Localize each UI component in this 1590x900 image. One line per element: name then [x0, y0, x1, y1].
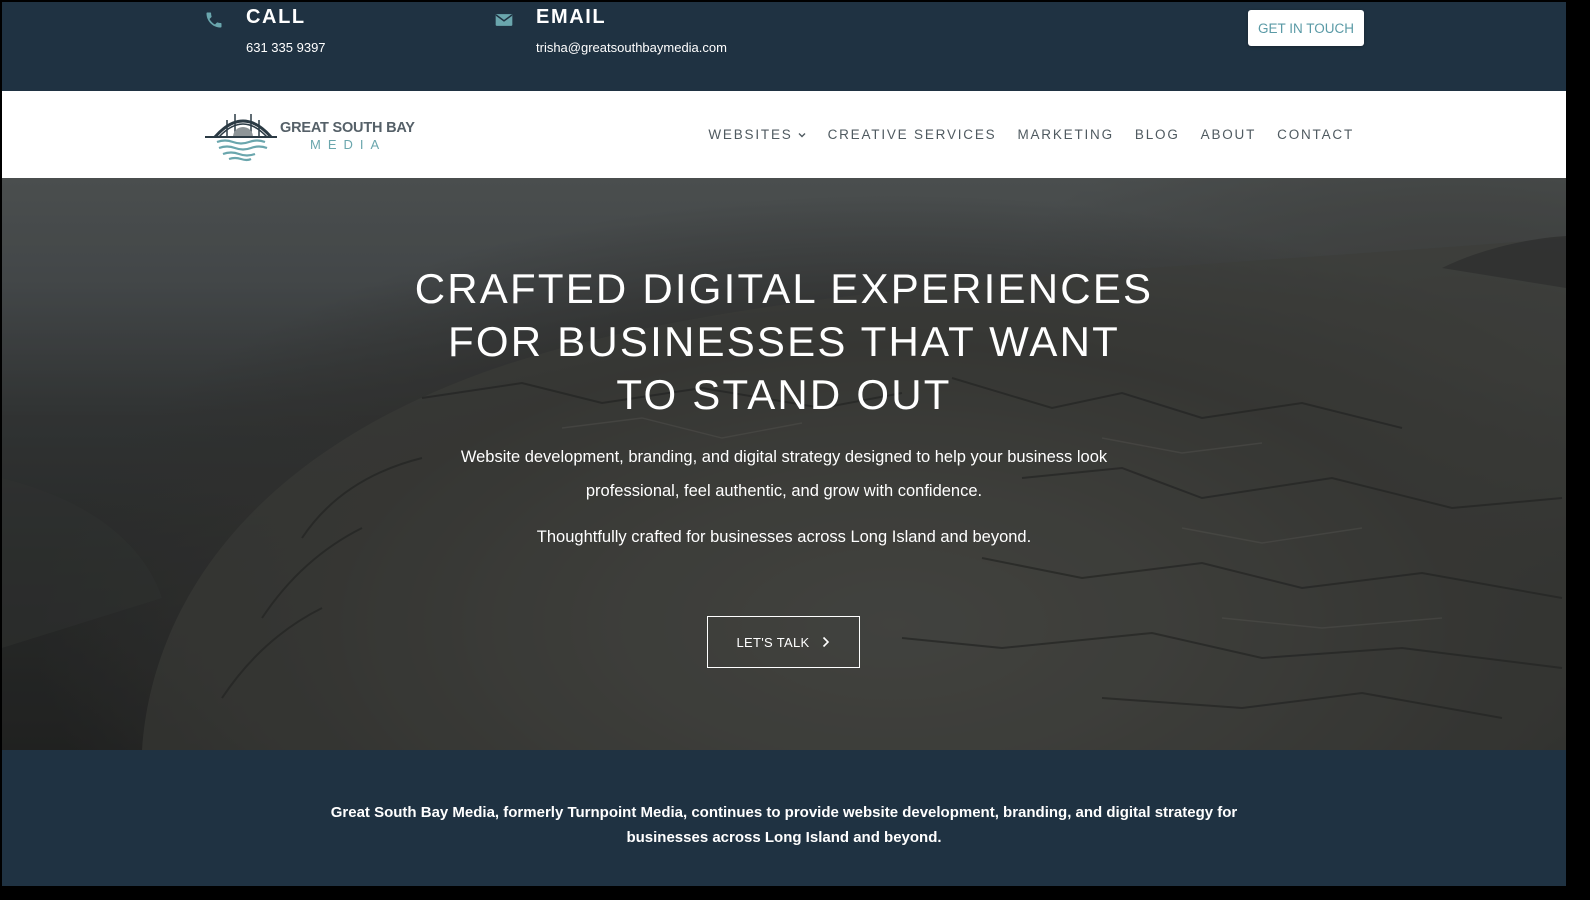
nav-creative-services[interactable]: CREATIVE SERVICES [828, 127, 997, 142]
hero-title-line-1: CRAFTED DIGITAL EXPERIENCES [414, 265, 1154, 312]
hero-subtitle: Website development, branding, and digit… [460, 448, 1108, 500]
info-strip: Great South Bay Media, formerly Turnpoin… [2, 750, 1566, 886]
hero-title-line-2: FOR BUSINESSES THAT WANT [448, 318, 1120, 365]
hero-section: CRAFTED DIGITAL EXPERIENCES FOR BUSINESS… [2, 178, 1566, 750]
nav-websites-label: WEBSITES [708, 127, 793, 142]
logo-subtitle: MEDIA [310, 137, 387, 152]
nav-marketing[interactable]: MARKETING [1017, 127, 1113, 142]
nav-about[interactable]: ABOUT [1201, 127, 1257, 142]
get-in-touch-button[interactable]: GET IN TOUCH [1248, 10, 1364, 46]
logo-wordmark: GREAT SOUTH BAY [280, 120, 415, 136]
top-contact-bar: CALL 631 335 9397 EMAIL trisha@greatsout… [2, 2, 1566, 91]
nav-blog[interactable]: BLOG [1135, 127, 1180, 142]
email-title: EMAIL [536, 6, 607, 28]
browser-viewport: CALL 631 335 9397 EMAIL trisha@greatsout… [2, 2, 1566, 886]
main-navbar: GREAT SOUTH BAY MEDIA WEBSITES CREATIVE … [2, 91, 1566, 178]
site-logo[interactable]: GREAT SOUTH BAY MEDIA [205, 107, 420, 165]
main-nav: WEBSITES CREATIVE SERVICES MARKETING BLO… [687, 91, 1354, 178]
hero-title-line-3: TO STAND OUT [616, 371, 952, 418]
logo-bridge-icon [205, 114, 277, 162]
info-strip-text: Great South Bay Media, formerly Turnpoin… [330, 804, 1238, 846]
email-address[interactable]: trisha@greatsouthbaymedia.com [536, 40, 727, 55]
hero-subtitle-secondary: Thoughtfully crafted for businesses acro… [536, 528, 1032, 546]
chevron-right-icon [823, 636, 830, 648]
lets-talk-label: LET'S TALK [736, 634, 810, 650]
lets-talk-button[interactable]: LET'S TALK [707, 616, 860, 668]
nav-contact[interactable]: CONTACT [1277, 127, 1354, 142]
chevron-down-icon [798, 132, 806, 137]
call-title: CALL [246, 6, 306, 28]
phone-number[interactable]: 631 335 9397 [246, 40, 326, 55]
nav-websites[interactable]: WEBSITES [708, 127, 806, 142]
phone-icon [206, 12, 222, 28]
hero-title: CRAFTED DIGITAL EXPERIENCES FOR BUSINESS… [384, 262, 1184, 421]
envelope-icon [495, 14, 513, 26]
